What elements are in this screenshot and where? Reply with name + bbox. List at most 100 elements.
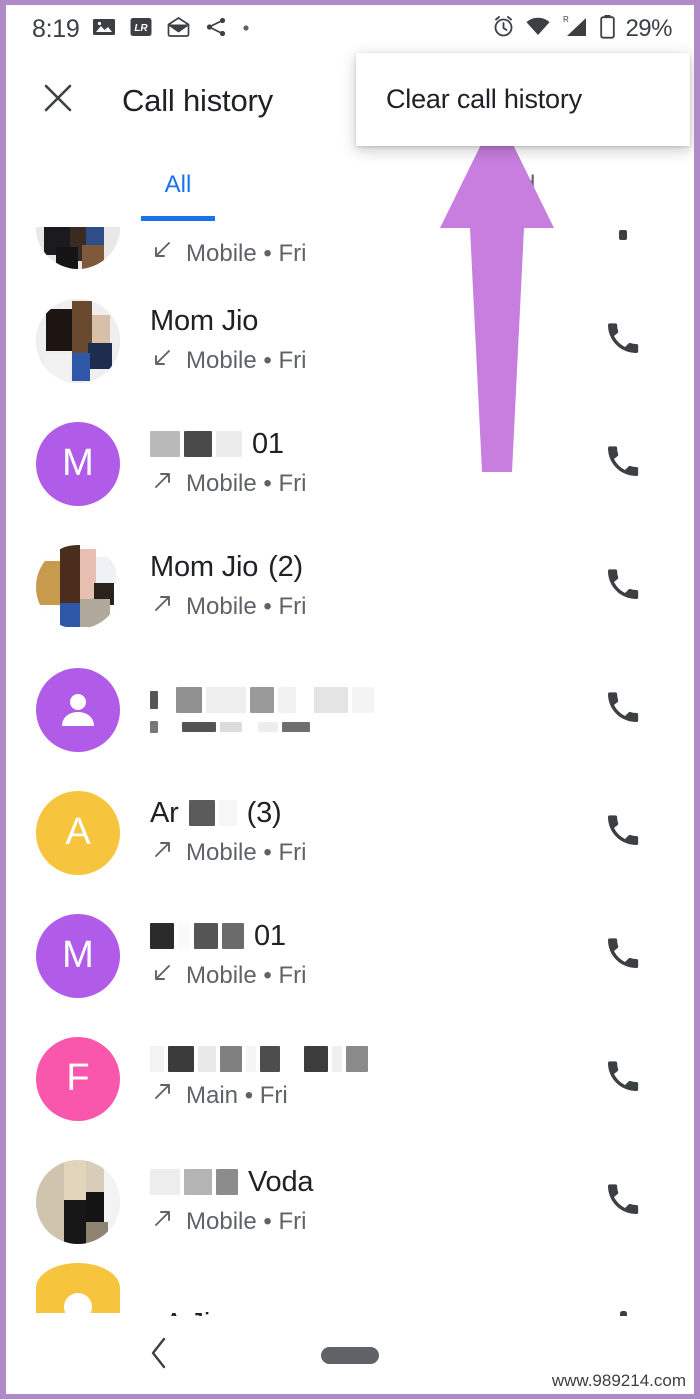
- frame-border-top: [0, 0, 700, 5]
- battery-icon: [599, 14, 616, 45]
- phone-screen: 8:19 LR R 29% Call history All ed Mobile…: [0, 0, 700, 1399]
- contact-name: 01: [150, 920, 590, 953]
- back-chevron-icon[interactable]: [146, 1336, 172, 1375]
- tab-missed[interactable]: ed: [350, 148, 694, 221]
- call-back-button[interactable]: [590, 221, 656, 269]
- phone-icon: [603, 564, 643, 609]
- call-back-button[interactable]: [590, 677, 656, 743]
- call-direction-incoming-icon: [150, 346, 174, 377]
- signal-roaming-icon: R: [560, 14, 590, 45]
- redacted-name: [150, 1169, 238, 1195]
- call-meta-label: Main • Fri: [186, 1081, 288, 1109]
- avatar: [36, 544, 120, 629]
- row-text: Main • Fri: [150, 1046, 590, 1111]
- alarm-icon: [491, 14, 516, 44]
- row-text: Voda Mobile • Fri: [150, 1166, 590, 1238]
- battery-percent-label: 29%: [625, 15, 672, 42]
- phone-icon: [603, 1179, 643, 1224]
- call-back-button[interactable]: [590, 554, 656, 620]
- table-row[interactable]: [6, 648, 694, 771]
- call-back-button[interactable]: [590, 308, 656, 374]
- menu-item-clear-call-history[interactable]: Clear call history: [386, 84, 582, 115]
- redacted-name: [150, 431, 242, 457]
- call-direction-outgoing-icon: [150, 469, 174, 500]
- contact-name-label: Ar: [150, 796, 179, 829]
- call-direction-outgoing-icon: [150, 592, 174, 623]
- overflow-menu[interactable]: Clear call history: [356, 53, 690, 146]
- row-text: 01 Mobile • Fri: [150, 920, 590, 992]
- call-meta: Mobile • Fri: [150, 961, 590, 992]
- table-row[interactable]: Voda Mobile • Fri: [6, 1140, 694, 1263]
- contact-name: Mom Jio (2): [150, 551, 590, 584]
- call-history-list[interactable]: Mobile • Fri Mom Jio Mobile • Fri M 01 M…: [6, 221, 694, 1321]
- call-meta: Mobile • Fri: [150, 238, 590, 269]
- redacted-name: [188, 800, 237, 826]
- status-bar-right: R 29%: [491, 14, 672, 45]
- tab-all[interactable]: All: [6, 148, 350, 221]
- avatar: [36, 1159, 120, 1244]
- redacted-meta: [150, 720, 310, 733]
- phone-icon: [617, 227, 629, 245]
- avatar: [36, 1263, 120, 1313]
- contact-name-label: Mom Jio: [150, 550, 259, 583]
- status-bar-left: 8:19 LR: [32, 15, 251, 44]
- call-meta-label: Mobile • Fri: [186, 1208, 307, 1235]
- call-direction-outgoing-icon: [150, 1080, 174, 1111]
- page-title: Call history: [122, 82, 273, 118]
- redacted-name: [150, 686, 374, 713]
- call-meta: Mobile • Fri: [150, 838, 590, 869]
- phone-icon: [603, 933, 643, 978]
- row-text: Mom Jio Mobile • Fri: [150, 305, 590, 377]
- avatar: [36, 298, 120, 383]
- call-back-button[interactable]: [590, 800, 656, 866]
- call-back-button[interactable]: [590, 1169, 656, 1235]
- avatar: [36, 227, 120, 269]
- share-icon: [204, 15, 228, 44]
- avatar-initial: A: [65, 811, 91, 853]
- tab-bar: All ed: [6, 148, 694, 221]
- lightroom-icon: LR: [129, 15, 153, 44]
- photo-icon: [92, 15, 116, 44]
- mail-icon: [166, 15, 191, 44]
- call-back-button[interactable]: [590, 431, 656, 497]
- call-meta: Mobile • Fri: [150, 592, 590, 623]
- call-count-label: (2): [268, 550, 304, 583]
- contact-name: Mom Jio: [150, 305, 590, 338]
- close-button[interactable]: [26, 69, 90, 133]
- call-meta-label: Mobile • Fri: [186, 239, 307, 267]
- redacted-name: [150, 923, 244, 949]
- table-row[interactable]: M 01 Mobile • Fri: [6, 894, 694, 1017]
- avatar-initial: F: [66, 1057, 90, 1099]
- call-direction-incoming-icon: [150, 961, 174, 992]
- table-row[interactable]: F Main • Fri: [6, 1017, 694, 1140]
- home-pill-handle[interactable]: [321, 1346, 379, 1364]
- table-row[interactable]: Mom Jio (2) Mobile • Fri: [6, 525, 694, 648]
- phone-icon: [603, 1056, 643, 1101]
- table-row[interactable]: A Ar (3) Mobile • Fri: [6, 771, 694, 894]
- table-row[interactable]: M 01 Mobile • Fri: [6, 402, 694, 525]
- svg-text:R: R: [563, 15, 569, 24]
- table-row[interactable]: . A Jio: [6, 1263, 694, 1321]
- avatar: A: [36, 790, 120, 875]
- row-text: Mom Jio (2) Mobile • Fri: [150, 551, 590, 623]
- call-meta: Mobile • Fri: [150, 469, 590, 500]
- wifi-icon: [525, 15, 551, 44]
- call-meta: Mobile • Fri: [150, 1207, 590, 1238]
- call-meta: Main • Fri: [150, 1080, 590, 1111]
- call-back-button[interactable]: [590, 923, 656, 989]
- person-icon: [54, 686, 102, 734]
- svg-text:LR: LR: [135, 23, 149, 34]
- frame-border-left: [0, 0, 6, 1399]
- call-direction-incoming-icon: [150, 238, 174, 269]
- call-meta-label: Mobile • Fri: [186, 839, 307, 866]
- row-text: [150, 686, 590, 733]
- close-icon: [39, 79, 77, 122]
- frame-border-right: [694, 0, 700, 1399]
- avatar: [36, 667, 120, 752]
- table-row[interactable]: Mom Jio Mobile • Fri: [6, 279, 694, 402]
- call-meta-label: Mobile • Fri: [186, 962, 307, 989]
- frame-border-bottom: [0, 1394, 700, 1399]
- call-back-button[interactable]: [590, 1046, 656, 1112]
- redacted-name: [150, 1046, 368, 1072]
- table-row[interactable]: Mobile • Fri: [6, 221, 694, 279]
